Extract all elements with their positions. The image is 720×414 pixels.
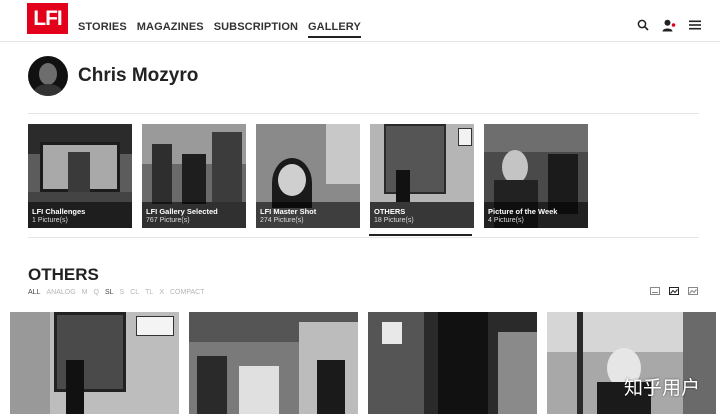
menu-icon[interactable]: [688, 18, 702, 32]
gallery-count: 274 Picture(s): [260, 217, 304, 224]
profile-name: Chris Mozyro: [78, 65, 199, 86]
gallery-card-lfi-challenges[interactable]: LFI Challenges 1 Picture(s): [28, 124, 132, 228]
gallery-title: OTHERS: [374, 207, 406, 216]
gallery-cards: LFI Challenges 1 Picture(s) LFI Gallery …: [28, 124, 588, 228]
header-icons: [636, 18, 702, 32]
gallery-count: 1 Picture(s): [32, 217, 68, 224]
gallery-card-others[interactable]: OTHERS 18 Picture(s): [370, 124, 474, 228]
photo-item[interactable]: [189, 312, 358, 414]
filter-sl[interactable]: SL: [105, 289, 114, 296]
main-nav: STORIES MAGAZINES SUBSCRIPTION GALLERY: [78, 21, 371, 38]
grid-medium-icon[interactable]: [669, 287, 679, 295]
gallery-title: LFI Gallery Selected: [146, 207, 218, 216]
nav-gallery[interactable]: GALLERY: [308, 21, 361, 38]
gallery-card-picture-of-the-week[interactable]: Picture of the Week 4 Picture(s): [484, 124, 588, 228]
active-gallery-indicator: [369, 234, 472, 236]
filter-m[interactable]: M: [82, 289, 88, 296]
nav-stories[interactable]: STORIES: [78, 21, 127, 38]
photo-grid: [10, 312, 716, 414]
filter-q[interactable]: Q: [94, 289, 99, 296]
photo-item[interactable]: [368, 312, 537, 414]
section-title: OTHERS: [28, 265, 99, 284]
gallery-count: 767 Picture(s): [146, 217, 190, 224]
filter-all[interactable]: ALL: [28, 289, 40, 296]
profile-header: Chris Mozyro: [28, 56, 198, 96]
divider: [28, 113, 699, 114]
nav-subscription[interactable]: SUBSCRIPTION: [214, 21, 298, 38]
gallery-title: LFI Master Shot: [260, 207, 317, 216]
filter-cl[interactable]: CL: [130, 289, 139, 296]
nav-magazines[interactable]: MAGAZINES: [137, 21, 204, 38]
gallery-card-lfi-gallery-selected[interactable]: LFI Gallery Selected 767 Picture(s): [142, 124, 246, 228]
photo-item[interactable]: [10, 312, 179, 414]
grid-large-icon[interactable]: [688, 287, 698, 295]
grid-small-icon[interactable]: [650, 287, 660, 295]
gallery-title: Picture of the Week: [488, 207, 558, 216]
filter-x[interactable]: X: [159, 289, 164, 296]
filter-tl[interactable]: TL: [145, 289, 153, 296]
user-icon[interactable]: [662, 18, 676, 32]
watermark: 知乎用户: [623, 377, 700, 399]
gallery-card-lfi-master-shot[interactable]: LFI Master Shot 274 Picture(s): [256, 124, 360, 228]
lfi-logo[interactable]: LFI: [27, 3, 68, 34]
divider: [28, 237, 699, 238]
filter-compact[interactable]: COMPACT: [170, 289, 204, 296]
camera-filter-bar: ALL ANALOG M Q SL S CL TL X COMPACT: [28, 289, 204, 296]
view-mode-toggle: [650, 287, 698, 295]
gallery-count: 4 Picture(s): [488, 217, 524, 224]
filter-s[interactable]: S: [120, 289, 125, 296]
gallery-count: 18 Picture(s): [374, 217, 414, 224]
gallery-title: LFI Challenges: [32, 207, 86, 216]
search-icon[interactable]: [636, 18, 650, 32]
avatar[interactable]: [28, 56, 68, 96]
filter-analog[interactable]: ANALOG: [46, 289, 75, 296]
top-navigation-bar: LFI STORIES MAGAZINES SUBSCRIPTION GALLE…: [0, 0, 720, 42]
